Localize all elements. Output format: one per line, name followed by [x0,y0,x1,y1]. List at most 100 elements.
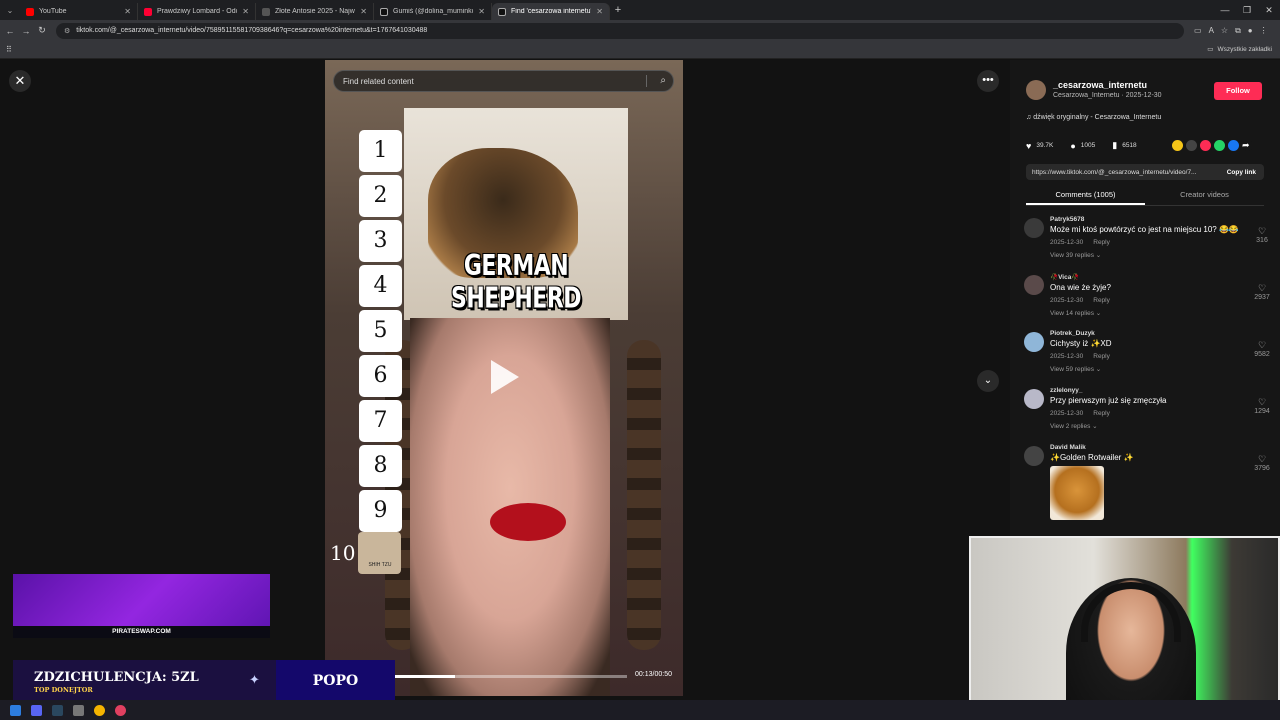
close-tab-icon[interactable]: ✕ [478,7,485,16]
new-tab-icon[interactable]: + [610,4,626,16]
close-tab-icon[interactable]: ✕ [360,7,367,16]
comment-like[interactable]: ♡ 316 [1250,226,1274,244]
tab-comments[interactable]: Comments (1005) [1026,186,1145,205]
close-tab-icon[interactable]: ✕ [596,7,603,16]
sound-link[interactable]: ♫ dźwięk oryginalny - Cesarzowa_Internet… [1026,114,1161,121]
reply-button[interactable]: Reply [1093,239,1110,246]
steam-icon[interactable] [52,704,63,716]
tab-title: Gumiś (@dolina_muminko... [393,8,474,15]
view-replies-button[interactable]: View 39 replies ⌄ [1050,251,1274,259]
comment-username[interactable]: David Malik [1050,444,1274,451]
copy-link-button[interactable]: Copy link [1219,169,1264,176]
browser-tab[interactable]: YouTube ✕ [20,3,138,20]
view-replies-button[interactable]: View 59 replies ⌄ [1050,365,1274,373]
video-player[interactable]: Find related content ⌕ GERMAN SHEPHERD 1… [325,60,683,696]
browser-tab[interactable]: Prawdziwy Lombard - Odcinek ✕ [138,3,256,20]
comment-like[interactable]: ♡ 9582 [1250,340,1274,358]
comment-like-count: 3796 [1254,465,1270,472]
avatar[interactable] [1026,80,1046,100]
facebook-icon[interactable] [1228,140,1239,151]
comment-meta: 2025-12-30 Reply [1050,353,1274,360]
avatar[interactable] [1024,446,1044,466]
comment-text: Cichysty iż ✨XD [1050,339,1112,348]
heart-outline-icon[interactable]: ♡ [1250,283,1274,294]
comment-username[interactable]: Patryk5678 [1050,216,1274,223]
star-icon[interactable]: ☆ [1221,26,1228,36]
all-bookmarks[interactable]: ▭ Wszystkie zakładki [1207,45,1272,54]
close-icon[interactable]: ✕ [9,70,31,92]
tab-search-icon[interactable]: ⌄ [0,6,20,15]
apps-icon[interactable]: ⠿ [6,45,12,54]
comment-item: David Malik ✨Golden Rotwailer ✨ ♡ 3796 [1024,444,1274,524]
heart-outline-icon[interactable]: ♡ [1250,340,1274,351]
sponsor-brand: PIRATESWAP.COM [13,626,270,638]
send-icon[interactable] [1200,140,1211,151]
rank-box: 8 [359,445,402,487]
back-icon[interactable]: ← [4,26,16,36]
heart-outline-icon[interactable]: ♡ [1250,454,1274,465]
avatar[interactable] [1024,218,1044,238]
address-bar[interactable]: ⚙ tiktok.com/@_cesarzowa_internetu/video… [56,22,1184,39]
comment-like[interactable]: ♡ 2937 [1250,283,1274,301]
heart-outline-icon[interactable]: ♡ [1250,226,1274,237]
menu-icon[interactable]: ⋮ [1260,26,1268,36]
app-icon[interactable] [73,704,84,716]
avatar[interactable] [1024,332,1044,352]
forward-icon[interactable]: → [20,26,32,36]
engagement-stats: ♥ 39.7K ● 1005 ▮ 6518 [1026,140,1137,151]
author-info[interactable]: _cesarzowa_internetu Cesarzowa_Internetu… [1026,80,1162,100]
heart-outline-icon[interactable]: ♡ [1250,397,1274,408]
search-input[interactable]: Find related content ⌕ [333,70,674,92]
bookmark-icon[interactable]: ▮ [1112,140,1117,151]
golden-retriever-image[interactable] [1050,466,1104,520]
discord-icon[interactable] [31,704,42,716]
restore-icon[interactable]: ❐ [1236,5,1258,16]
whatsapp-icon[interactable] [1214,140,1225,151]
heart-icon[interactable]: ♥ [1026,141,1031,151]
browser-tab[interactable]: Złote Antosie 2025 - Największ ✕ [256,3,374,20]
comment-like-count: 9582 [1254,351,1270,358]
more-options-icon[interactable]: ••• [977,70,999,92]
popo-banner: POPO [276,660,395,702]
app-icon[interactable] [115,704,126,716]
dog-label: GERMAN SHEPHERD [450,250,582,316]
translate-icon[interactable]: A [1209,26,1214,36]
view-replies-button[interactable]: View 14 replies ⌄ [1050,309,1274,317]
browser-tab-active[interactable]: Find 'cesarzowa internetu' ✕ [492,3,610,20]
minimize-icon[interactable]: — [1214,5,1236,15]
site-info-icon[interactable]: ⚙ [64,27,70,35]
tiktok-icon [498,7,506,16]
close-tab-icon[interactable]: ✕ [242,7,249,16]
reply-button[interactable]: Reply [1093,410,1110,417]
reply-button[interactable]: Reply [1093,297,1110,304]
comment-like[interactable]: ♡ 3796 [1250,454,1274,472]
comment-username[interactable]: zzlelonyy_ [1050,387,1274,394]
video-progress-bar[interactable] [395,675,627,678]
repost-icon[interactable] [1172,140,1183,151]
view-replies-button[interactable]: View 2 replies ⌄ [1050,422,1274,430]
next-video-icon[interactable]: ⌄ [977,370,999,392]
close-window-icon[interactable]: ✕ [1258,5,1280,16]
comment-username[interactable]: Piotrek_Duzyk [1050,330,1274,337]
browser-tab[interactable]: Gumiś (@dolina_muminko... ✕ [374,3,492,20]
comment-like[interactable]: ♡ 1294 [1250,397,1274,415]
search-icon[interactable]: ⌕ [660,75,666,86]
extensions-icon[interactable]: ⧉ [1235,26,1241,36]
embed-icon[interactable] [1186,140,1197,151]
tab-creator-videos[interactable]: Creator videos [1145,186,1264,205]
comment-icon[interactable]: ● [1070,141,1075,151]
reload-icon[interactable]: ↻ [36,25,48,36]
share-arrow-icon[interactable]: ➦ [1242,140,1253,151]
comment-username[interactable]: 🥀Vica🥀 [1050,273,1274,281]
play-icon[interactable] [491,360,519,394]
chrome-icon[interactable] [94,704,105,716]
avatar[interactable] [1024,275,1044,295]
close-tab-icon[interactable]: ✕ [124,7,131,16]
reply-button[interactable]: Reply [1093,353,1110,360]
install-icon[interactable]: ▭ [1194,26,1202,36]
avatar[interactable] [1024,389,1044,409]
follow-button[interactable]: Follow [1214,82,1262,100]
profile-icon[interactable]: ● [1248,26,1253,36]
windows-start-icon[interactable] [10,704,21,716]
author-username[interactable]: _cesarzowa_internetu [1053,80,1162,90]
